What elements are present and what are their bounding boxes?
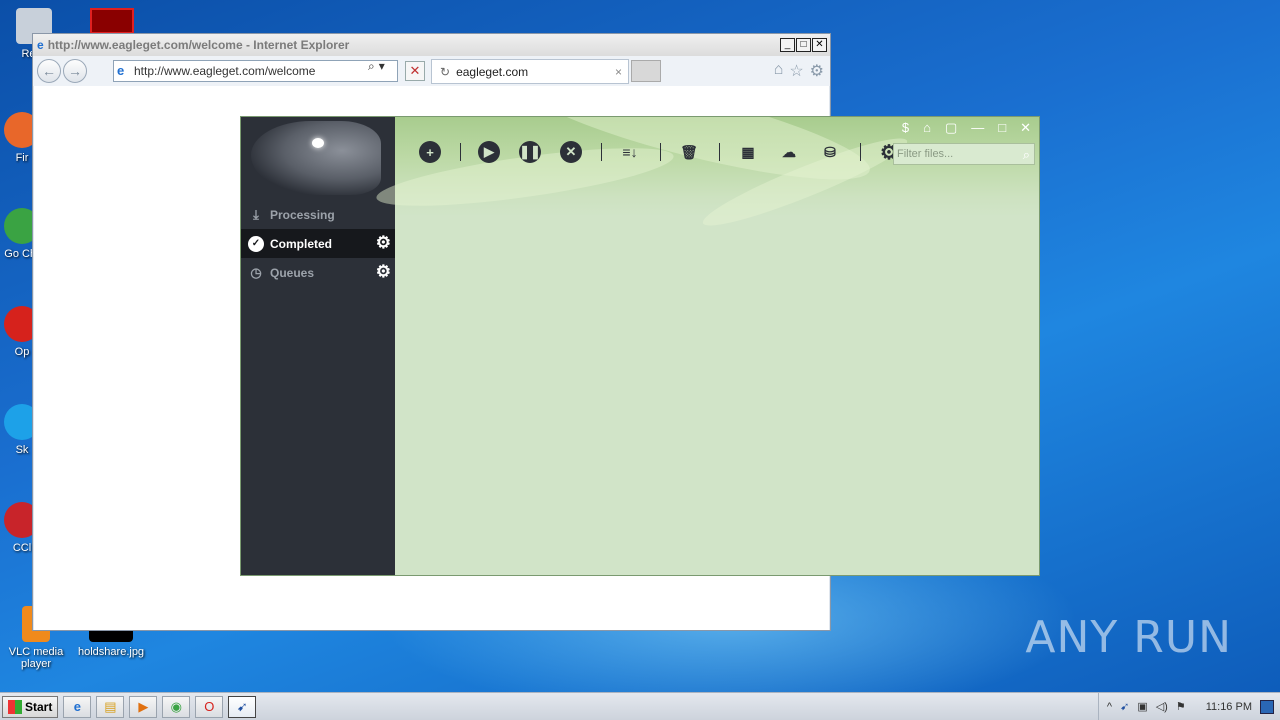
taskbar-ie-icon[interactable]: e xyxy=(63,695,92,718)
toolbar-separator xyxy=(460,143,461,161)
search-icon[interactable]: ⌕ xyxy=(1023,147,1030,163)
favorites-icon[interactable]: ☆ xyxy=(789,61,803,81)
taskbar-opera-icon[interactable]: O xyxy=(195,695,224,718)
eagleget-toolbar: + ▶ ❚❚ ✕ ≡↓ 🗑 ▦ ☁ ⛁ ⚙ xyxy=(419,141,919,164)
desktop-icon-label: holdshare.jpg xyxy=(78,646,145,658)
start-icon[interactable]: ▶ xyxy=(478,141,500,163)
action-center-flag-icon[interactable]: ⚑ xyxy=(1176,700,1186,713)
eagleget-window[interactable]: ⤓ Processing ✓ Completed ⚙ ◷ Queues ⚙ $ … xyxy=(240,116,1040,576)
eagle-eye xyxy=(312,138,324,148)
sidebar-item-label: Queues xyxy=(270,265,315,280)
ie-window-title: http://www.eagleget.com/welcome - Intern… xyxy=(47,38,350,52)
tray-eagleget-icon[interactable]: ➹ xyxy=(1120,700,1129,713)
sort-icon[interactable]: ≡↓ xyxy=(619,141,641,163)
add-task-icon[interactable]: + xyxy=(419,141,441,163)
filter-files-input[interactable]: Filter files... ⌕ xyxy=(893,143,1035,165)
toolbar-separator xyxy=(660,143,661,161)
sidebar-item-label: Processing xyxy=(270,207,335,222)
taskbar-eagleget-icon[interactable]: ➹ xyxy=(228,695,257,718)
maximize-button[interactable]: □ xyxy=(998,120,1006,136)
check-icon: ✓ xyxy=(248,235,264,252)
ie-navbar: ← → e http://www.eagleget.com/welcome ⌕ … xyxy=(33,56,830,86)
mini-mode-icon[interactable]: ▢ xyxy=(945,120,957,136)
stop-icon[interactable]: ✕ xyxy=(560,141,582,163)
eagleget-sidebar: ⤓ Processing ✓ Completed ⚙ ◷ Queues ⚙ xyxy=(241,117,395,575)
minimize-button[interactable]: _ xyxy=(780,38,795,52)
delete-icon[interactable]: 🗑 xyxy=(678,141,700,163)
ie-window-controls: _ □ ✕ xyxy=(780,38,827,52)
database-icon[interactable]: ⛁ xyxy=(819,141,841,163)
page-ie-icon: e xyxy=(117,63,125,78)
eagleget-main: $ ⌂ ▢ — □ ✕ + ▶ ❚❚ ✕ ≡↓ 🗑 ▦ ☁ ⛁ ⚙ Filter… xyxy=(373,117,1039,575)
desktop-icon-label: Sk xyxy=(15,444,29,456)
clock-icon: ◷ xyxy=(250,264,262,280)
tray-expand-icon[interactable]: ^ xyxy=(1107,701,1112,713)
completed-settings-gear-icon[interactable]: ⚙ xyxy=(376,234,391,252)
donate-icon[interactable]: $ xyxy=(902,120,909,136)
sidebar-item-label: Completed xyxy=(270,236,333,251)
taskbar-explorer-icon[interactable]: ▤ xyxy=(96,695,125,718)
pdf-app-icon[interactable] xyxy=(90,8,134,34)
skin-icon[interactable]: ⌂ xyxy=(923,120,931,136)
cloud-download-icon[interactable]: ☁ xyxy=(778,141,800,163)
filter-placeholder: Filter files... xyxy=(897,148,954,160)
dropdown-icon[interactable]: ▾ xyxy=(379,59,385,74)
start-button[interactable]: Start xyxy=(2,695,59,718)
ie-titlebar[interactable]: e http://www.eagleget.com/welcome - Inte… xyxy=(33,34,830,56)
download-icon: ⤓ xyxy=(253,206,259,222)
toolbar-separator xyxy=(860,143,861,161)
forward-button[interactable]: → xyxy=(63,59,87,83)
new-tab-button[interactable] xyxy=(631,60,661,82)
taskbar-chrome-icon[interactable]: ◉ xyxy=(162,695,191,718)
taskbar-media-player-icon[interactable]: ▶ xyxy=(129,695,158,718)
address-text: http://www.eagleget.com/welcome xyxy=(134,64,316,78)
ie-toolbar-icons: ⌂ ☆ ⚙ xyxy=(774,61,824,81)
address-tools: ⌕ ▾ xyxy=(368,59,385,74)
back-button[interactable]: ← xyxy=(37,59,61,83)
tab-label: eagleget.com xyxy=(456,64,529,79)
toolbar-separator xyxy=(719,143,720,161)
ie-icon: e xyxy=(37,38,44,52)
video-sniffer-icon[interactable]: ▦ xyxy=(737,141,759,163)
show-desktop-button[interactable] xyxy=(1260,699,1274,714)
toolbar-separator xyxy=(601,143,602,161)
close-button[interactable]: ✕ xyxy=(1020,120,1031,136)
minimize-button[interactable]: — xyxy=(971,120,984,136)
desktop-icon-label: Op xyxy=(14,346,30,358)
sidebar-item-queues[interactable]: ◷ Queues ⚙ xyxy=(241,258,395,287)
close-button[interactable]: ✕ xyxy=(812,38,827,52)
maximize-button[interactable]: □ xyxy=(796,38,811,52)
network-icon[interactable]: ▣ xyxy=(1137,700,1147,713)
taskbar: Start e ▤ ▶ ◉ O ➹ ^ ➹ ▣ ◁) ⚑ 11:16 PM xyxy=(0,692,1280,720)
loading-icon: ↻ xyxy=(440,64,451,79)
home-icon[interactable]: ⌂ xyxy=(774,61,784,81)
eagleget-logo xyxy=(241,117,395,197)
anyrun-watermark: ANY RUN xyxy=(1025,612,1232,663)
search-icon[interactable]: ⌕ xyxy=(368,59,375,74)
tab-eagleget[interactable]: ↻ eagleget.com × xyxy=(431,59,629,84)
tab-close-button[interactable]: × xyxy=(615,65,622,79)
pause-icon[interactable]: ❚❚ xyxy=(519,141,541,163)
system-tray: ^ ➹ ▣ ◁) ⚑ 11:16 PM xyxy=(1097,693,1280,720)
sidebar-item-completed[interactable]: ✓ Completed ⚙ xyxy=(241,229,395,258)
eagle-logo-icon xyxy=(251,121,381,195)
start-label: Start xyxy=(25,699,53,714)
volume-icon[interactable]: ◁) xyxy=(1156,700,1168,713)
desktop-icon-label: Fir xyxy=(15,152,29,164)
desktop-icon-label: CCl xyxy=(12,542,32,554)
stop-button[interactable]: ✕ xyxy=(405,61,425,81)
settings-gear-icon[interactable]: ⚙ xyxy=(810,61,824,81)
sidebar-item-processing[interactable]: ⤓ Processing xyxy=(241,200,395,229)
address-bar[interactable]: e http://www.eagleget.com/welcome xyxy=(113,60,398,82)
desktop-icon-label: VLC media player xyxy=(8,646,64,670)
windows-logo-icon xyxy=(8,699,22,714)
eagleget-window-controls: $ ⌂ ▢ — □ ✕ xyxy=(902,120,1031,136)
clock[interactable]: 11:16 PM xyxy=(1206,701,1252,713)
queues-settings-gear-icon[interactable]: ⚙ xyxy=(376,263,391,281)
